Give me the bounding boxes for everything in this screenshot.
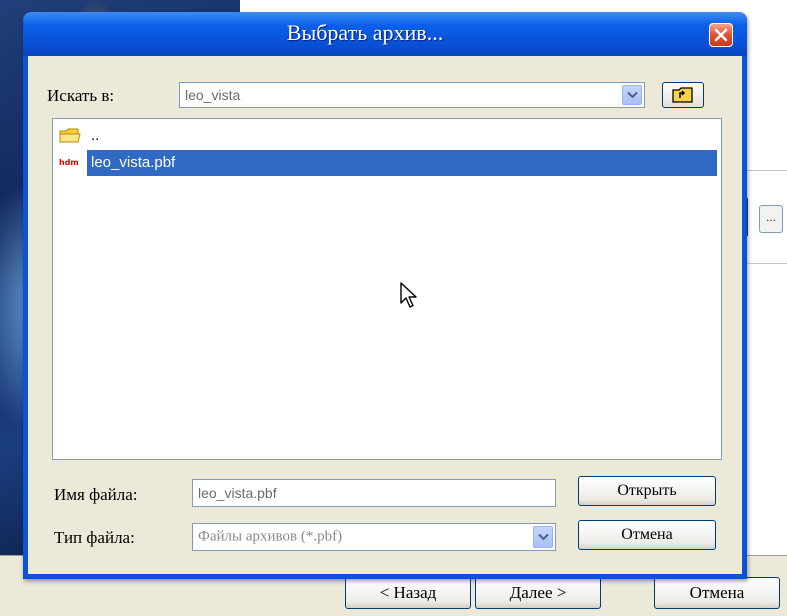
- filetype-combo[interactable]: Файлы архивов (*.pbf): [192, 523, 556, 551]
- folder-icon: [59, 128, 81, 143]
- close-button[interactable]: [709, 23, 733, 47]
- list-item-selected-file[interactable]: hdm leo_vista.pbf: [57, 150, 717, 176]
- dialog-client-area: Искать в: leo_vista .. hdm leo_vista.pbf…: [28, 56, 742, 574]
- pbf-file-icon: hdm: [59, 158, 79, 167]
- browse-button[interactable]: ...: [759, 205, 783, 233]
- mouse-cursor-icon: [400, 282, 417, 308]
- back-button[interactable]: < Назад: [345, 577, 471, 609]
- folder-up-icon: [672, 87, 693, 103]
- look-in-dropdown-button[interactable]: [622, 85, 642, 105]
- up-one-level-button[interactable]: [662, 82, 704, 108]
- look-in-value: leo_vista: [185, 87, 241, 103]
- wizard-cancel-button[interactable]: Отмена: [654, 577, 780, 609]
- close-icon: [714, 28, 728, 42]
- chevron-down-icon: [538, 533, 549, 541]
- look-in-combo[interactable]: leo_vista: [179, 82, 645, 108]
- list-item-parent-folder[interactable]: ..: [57, 123, 177, 149]
- dialog-titlebar[interactable]: Выбрать архив...: [23, 12, 747, 56]
- open-button[interactable]: Открыть: [578, 476, 716, 506]
- filename-input[interactable]: leo_vista.pbf: [192, 479, 556, 507]
- filetype-label: Тип файла:: [54, 528, 135, 547]
- next-button[interactable]: Далее >: [475, 577, 601, 609]
- filename-value: leo_vista.pbf: [198, 485, 277, 501]
- filetype-value: Файлы архивов (*.pbf): [198, 528, 343, 545]
- file-name: leo_vista.pbf: [87, 150, 717, 176]
- file-name: ..: [91, 127, 100, 144]
- chevron-down-icon: [627, 91, 638, 99]
- open-archive-dialog: Выбрать архив... Искать в: leo_vista .. …: [23, 12, 747, 579]
- look-in-label: Искать в:: [47, 86, 115, 105]
- cancel-button[interactable]: Отмена: [578, 520, 716, 550]
- dialog-title: Выбрать архив...: [286, 20, 444, 45]
- filetype-dropdown-button[interactable]: [533, 526, 553, 548]
- file-list[interactable]: .. hdm leo_vista.pbf: [52, 118, 722, 460]
- filename-label: Имя файла:: [54, 485, 138, 504]
